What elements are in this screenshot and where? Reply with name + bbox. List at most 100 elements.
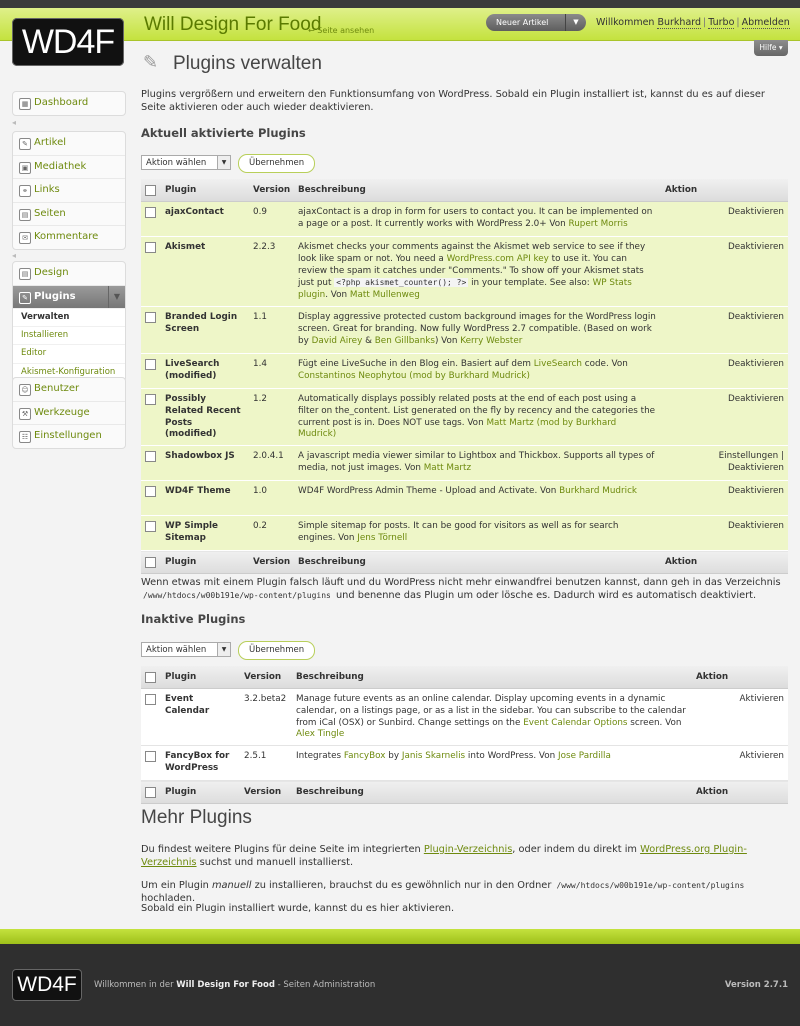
chevron-down-icon[interactable]: ▼	[217, 156, 230, 169]
select-all-checkbox[interactable]	[145, 671, 156, 683]
sidebar-item-label[interactable]: Dashboard	[34, 97, 88, 108]
row-checkbox-cell[interactable]	[141, 480, 161, 517]
author-link[interactable]: Rupert Morris	[568, 219, 627, 229]
sidebar-item-label[interactable]: Artikel	[34, 137, 66, 148]
author-link[interactable]: Janis Skarnelis	[402, 751, 465, 761]
sidebar-item-media[interactable]: ▣ Mediathek	[13, 154, 125, 179]
description-link[interactable]: FancyBox	[344, 751, 386, 761]
plugin-action-link[interactable]: Aktivieren	[692, 688, 788, 747]
sidebar-item-label[interactable]: Einstellungen	[34, 430, 102, 441]
plugin-action-link[interactable]: Deaktivieren	[661, 236, 788, 307]
row-checkbox[interactable]	[145, 207, 156, 218]
select-all-checkbox[interactable]	[145, 184, 156, 196]
plugin-action-link[interactable]: Deaktivieren	[661, 480, 788, 517]
turbo-link[interactable]: Turbo	[708, 17, 735, 29]
bulk-action-value[interactable]: Aktion wählen	[146, 158, 206, 168]
logout-link[interactable]: Abmelden	[741, 17, 790, 29]
row-checkbox-cell[interactable]	[141, 353, 161, 389]
plugin-action-link[interactable]: Deaktivieren	[661, 388, 788, 447]
new-article-button[interactable]: Neuer Artikel ▼	[486, 14, 586, 31]
author-link[interactable]: Kerry Webster	[460, 336, 522, 346]
sidebar-item-dashboard[interactable]: ▦ Dashboard	[13, 92, 125, 115]
plugin-action-link[interactable]: Einstellungen | Deaktivieren	[661, 445, 788, 482]
row-checkbox-cell[interactable]	[141, 388, 161, 447]
sidebar-item-comments[interactable]: ✉ Kommentare	[13, 225, 125, 249]
sidebar-item-label[interactable]: Links	[34, 184, 60, 195]
submenu-item[interactable]: Verwalten	[13, 307, 125, 326]
description-link[interactable]: LiveSearch	[534, 359, 582, 369]
submenu-item[interactable]: Installieren	[13, 325, 125, 344]
author-link[interactable]: Matt Mullenweg	[350, 290, 420, 300]
sidebar-item-articles[interactable]: ✎ Artikel	[13, 132, 125, 155]
row-checkbox-cell[interactable]	[141, 688, 161, 747]
row-checkbox-cell[interactable]	[141, 306, 161, 354]
row-checkbox-cell[interactable]	[141, 236, 161, 307]
author-link[interactable]: Constantinos Neophytou (mod by Burkhard …	[298, 371, 530, 381]
apply-button[interactable]: Übernehmen	[238, 154, 316, 173]
plugin-action-link[interactable]: Deaktivieren	[661, 306, 788, 354]
select-all-checkbox-cell[interactable]	[141, 550, 161, 575]
description-link[interactable]: Event Calendar Options	[523, 718, 627, 728]
view-site-link[interactable]: ← Seite ansehen	[308, 26, 374, 35]
chevron-down-icon[interactable]: ▼	[217, 643, 230, 656]
author-link[interactable]: David Airey	[312, 336, 363, 346]
plugin-action-link[interactable]: Deaktivieren	[661, 201, 788, 237]
select-all-checkbox-cell[interactable]	[141, 666, 161, 689]
sidebar-item-label[interactable]: Mediathek	[34, 161, 86, 172]
sidebar-item-settings[interactable]: ☷ Einstellungen	[13, 424, 125, 448]
plugin-directory-link[interactable]: Plugin-Verzeichnis	[424, 844, 512, 855]
row-checkbox-cell[interactable]	[141, 445, 161, 482]
plugin-action-link[interactable]: Deaktivieren	[661, 353, 788, 389]
author-link[interactable]: Matt Martz	[424, 463, 471, 473]
row-checkbox[interactable]	[145, 521, 156, 533]
bulk-action-select[interactable]: Aktion wählen ▼	[141, 642, 231, 657]
description-link[interactable]: WordPress.com API key	[447, 254, 549, 264]
sidebar-item-tools[interactable]: ⚒ Werkzeuge	[13, 400, 125, 425]
row-checkbox[interactable]	[145, 312, 156, 323]
select-all-checkbox-cell[interactable]	[141, 780, 161, 805]
sidebar-item-links[interactable]: ⚭ Links	[13, 178, 125, 202]
row-checkbox[interactable]	[145, 486, 156, 498]
sidebar-item-label[interactable]: Kommentare	[34, 231, 98, 242]
help-label[interactable]: Hilfe	[759, 43, 776, 52]
sidebar-item-design[interactable]: ▤ Design	[13, 262, 125, 285]
help-tab[interactable]: Hilfe ▾	[754, 40, 788, 56]
plugin-action-link[interactable]: Aktivieren	[692, 745, 788, 782]
author-link[interactable]: Jose Pardilla	[558, 751, 611, 761]
author-link[interactable]: Burkhard Mudrick	[559, 486, 637, 496]
sidebar-item-label[interactable]: Plugins	[34, 291, 76, 302]
sidebar-item-plugins[interactable]: ✎ Plugins ▼	[13, 284, 125, 308]
apply-button[interactable]: Übernehmen	[238, 641, 316, 660]
row-checkbox[interactable]	[145, 694, 156, 705]
select-all-checkbox[interactable]	[145, 786, 156, 798]
row-checkbox[interactable]	[145, 451, 156, 463]
site-logo[interactable]: WD4F	[12, 18, 124, 66]
row-checkbox[interactable]	[145, 242, 156, 253]
new-article-label[interactable]: Neuer Artikel	[496, 14, 548, 31]
chevron-down-icon[interactable]: ▼	[108, 285, 125, 308]
sidebar-item-label[interactable]: Seiten	[34, 208, 66, 219]
sidebar-item-pages[interactable]: ▤ Seiten	[13, 201, 125, 226]
row-checkbox-cell[interactable]	[141, 745, 161, 782]
select-all-checkbox-cell[interactable]	[141, 179, 161, 202]
author-link[interactable]: Ben Gillbanks	[375, 336, 435, 346]
select-all-checkbox[interactable]	[145, 556, 156, 568]
plugin-action-link[interactable]: Deaktivieren	[661, 515, 788, 552]
sidebar-item-label[interactable]: Benutzer	[34, 383, 79, 394]
sidebar-item-users[interactable]: ☺ Benutzer	[13, 378, 125, 401]
site-title[interactable]: Will Design For Food	[144, 14, 321, 36]
sidebar-item-label[interactable]: Werkzeuge	[34, 407, 90, 418]
author-link[interactable]: Jens Törnell	[357, 533, 407, 543]
row-checkbox[interactable]	[145, 751, 156, 763]
row-checkbox-cell[interactable]	[141, 515, 161, 552]
submenu-item[interactable]: Editor	[13, 344, 125, 362]
bulk-action-value[interactable]: Aktion wählen	[146, 645, 206, 655]
chevron-down-icon[interactable]: ▼	[565, 14, 586, 31]
author-link[interactable]: Alex Tingle	[296, 729, 344, 739]
row-checkbox-cell[interactable]	[141, 201, 161, 237]
row-checkbox[interactable]	[145, 394, 156, 405]
user-link[interactable]: Burkhard	[657, 17, 702, 29]
bulk-action-select[interactable]: Aktion wählen ▼	[141, 155, 231, 170]
row-checkbox[interactable]	[145, 359, 156, 370]
sidebar-item-label[interactable]: Design	[34, 267, 69, 278]
